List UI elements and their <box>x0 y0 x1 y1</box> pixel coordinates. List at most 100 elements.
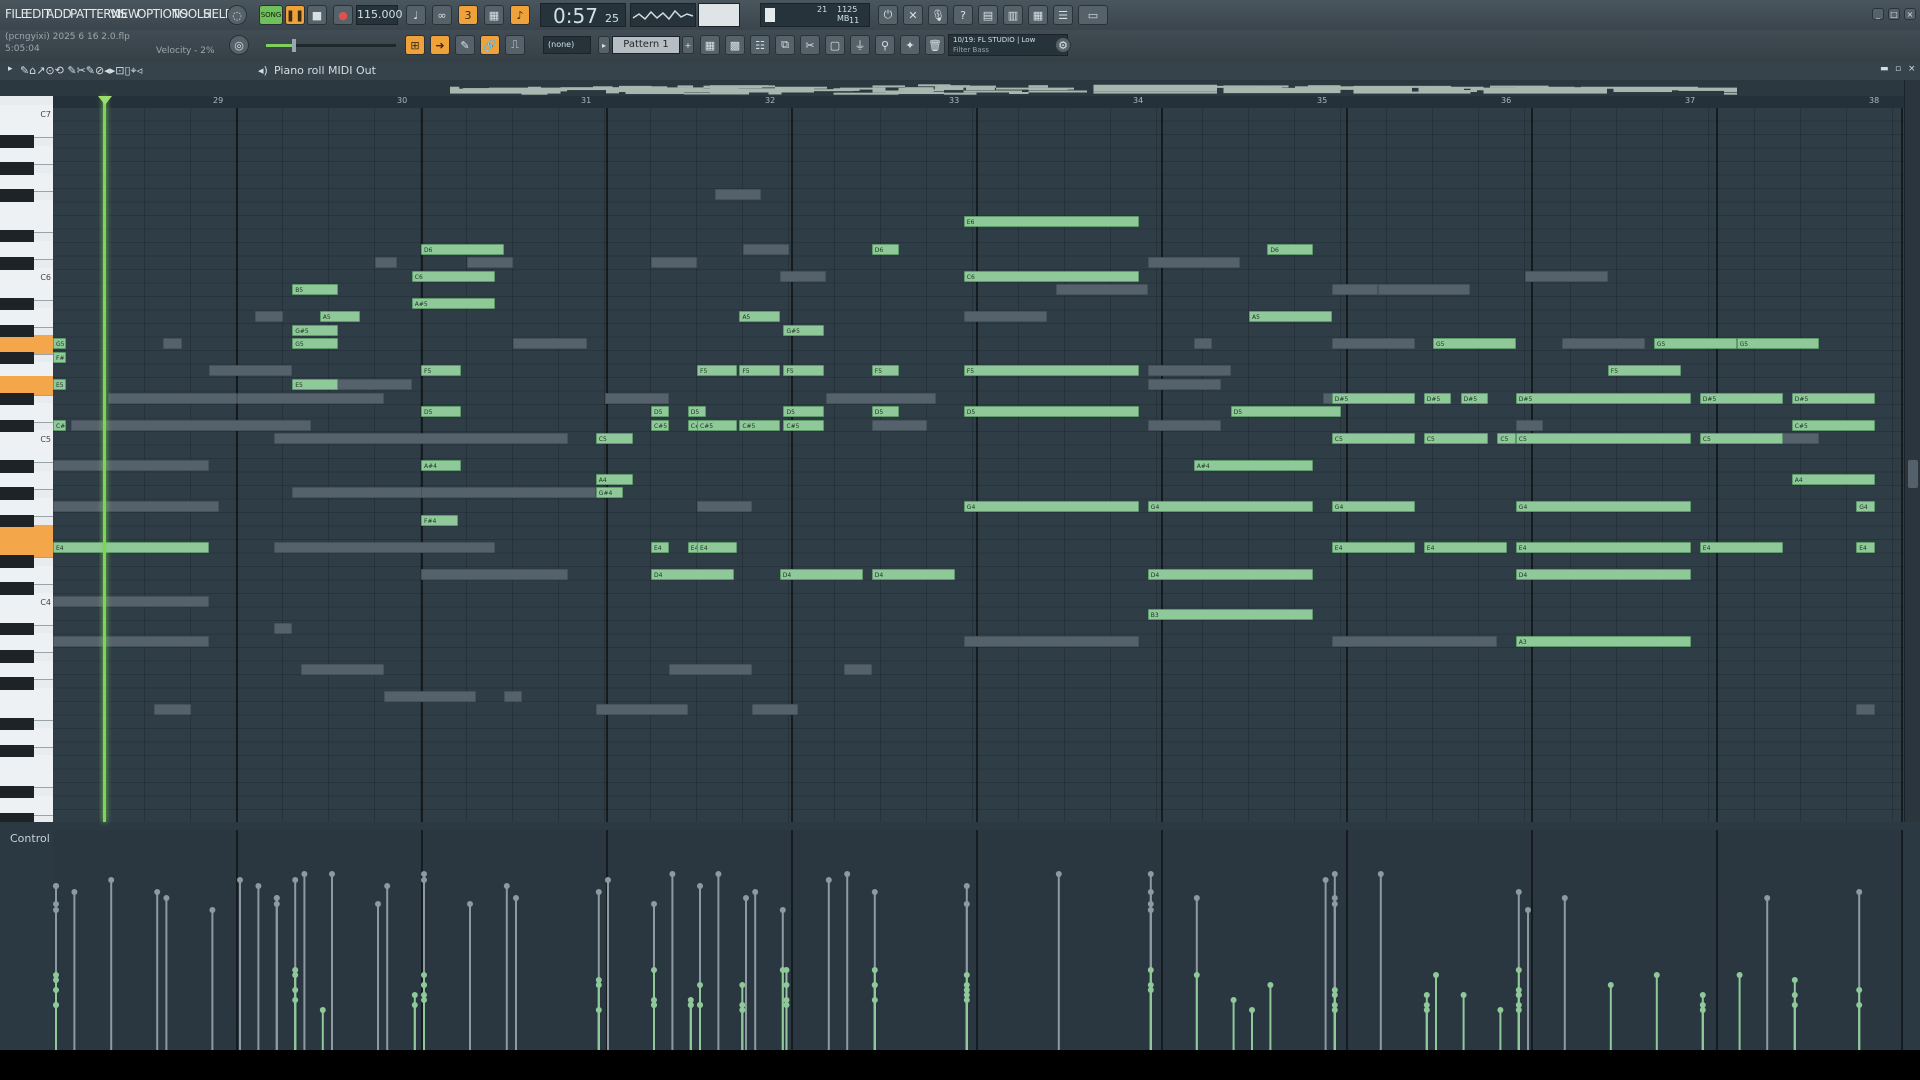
pattern-split-icon[interactable]: ⧉ <box>775 35 795 55</box>
midi-note[interactable]: C5 <box>1331 433 1415 445</box>
snap-icon[interactable]: ⊞ <box>405 35 425 55</box>
menu-add[interactable]: ADD <box>46 7 72 21</box>
link-icon[interactable]: 🔗 <box>480 35 500 55</box>
midi-note[interactable]: E4 <box>651 541 670 553</box>
velocity-lane[interactable] <box>53 830 1904 1050</box>
power-icon[interactable]: ⏻ <box>878 5 898 25</box>
piano-key-black[interactable] <box>0 324 34 338</box>
midi-note[interactable]: E4 <box>1515 541 1691 553</box>
midi-target[interactable]: MIDI Out <box>328 64 376 77</box>
tuning-icon[interactable]: ⚲ <box>875 35 895 55</box>
piano-key-black[interactable] <box>0 257 34 270</box>
step-sequencer-icon[interactable]: ▩ <box>725 35 745 55</box>
minimize-icon[interactable]: _ <box>1872 8 1884 20</box>
piano-key-black[interactable] <box>0 419 34 433</box>
piano-key-black[interactable] <box>0 392 34 406</box>
trash-icon[interactable]: 🗑 <box>925 35 945 55</box>
mixer-faders-icon[interactable]: ▦ <box>1028 5 1048 25</box>
help-icon[interactable]: ? <box>953 5 973 25</box>
piano-key-black[interactable] <box>0 487 34 500</box>
playhead[interactable] <box>103 96 106 822</box>
news-panel[interactable]: 10/19: FL STUDIO | Low Filter Bass <box>948 34 1068 56</box>
arrow-icon[interactable]: ➜ <box>430 35 450 55</box>
record-icon[interactable]: ● <box>333 5 353 25</box>
midi-note[interactable]: G4 <box>1147 500 1314 512</box>
midi-note[interactable]: C5 <box>1699 433 1783 445</box>
piano-key-black[interactable] <box>0 514 34 528</box>
midi-note[interactable]: C#5 <box>53 419 66 431</box>
midi-note[interactable]: E5 <box>292 379 339 390</box>
tempo-knob-icon[interactable]: ◌ <box>227 5 247 25</box>
piano-key-black[interactable] <box>0 460 34 473</box>
brush-icon[interactable]: ✦ <box>900 35 920 55</box>
piano-keyboard[interactable]: C7 C6 C5 C4 <box>0 96 53 822</box>
loop-record-icon[interactable]: ∞ <box>432 5 452 25</box>
midi-note[interactable]: F5 <box>871 365 900 377</box>
tempo-display[interactable]: 115.000 <box>356 5 403 25</box>
midi-note[interactable]: E4 <box>1423 541 1507 553</box>
piano-roll-icon[interactable]: ▦ <box>700 35 720 55</box>
midi-note[interactable]: E5 <box>53 379 66 390</box>
midi-note[interactable]: D#5 <box>1515 392 1691 404</box>
clipboard-icon[interactable]: ▢ <box>825 35 845 55</box>
midi-note[interactable]: A5 <box>319 311 361 323</box>
step-edit-icon[interactable]: ▦ <box>484 5 504 25</box>
piano-key-black[interactable] <box>0 677 34 690</box>
midi-note[interactable]: G#5 <box>783 324 824 336</box>
midi-note[interactable]: D5 <box>651 406 670 418</box>
midi-note[interactable]: D4 <box>1515 568 1691 580</box>
piano-key-black[interactable] <box>0 812 34 822</box>
stamp-icon[interactable]: ⎍ <box>505 35 525 55</box>
midi-note[interactable]: C5 <box>1423 433 1489 445</box>
midi-note[interactable]: E4 <box>1699 541 1783 553</box>
midi-note[interactable]: G4 <box>1331 500 1415 512</box>
master-volume-slider[interactable] <box>266 39 396 52</box>
tool-icons[interactable]: ✎⌂↗⊙⟲ ✎✂✎⊘◂▸⊡▯⌖◃ <box>20 64 142 78</box>
countdown-icon[interactable]: 3 <box>458 5 478 25</box>
midi-note[interactable]: C5 <box>595 433 633 445</box>
piano-key-black[interactable] <box>0 622 34 636</box>
midi-note[interactable]: F5 <box>421 365 462 377</box>
midi-note[interactable]: D5 <box>687 406 707 418</box>
menu-view[interactable]: VIEW <box>110 7 140 21</box>
midi-note[interactable]: D5 <box>783 406 824 418</box>
options-arrow-icon[interactable]: ▸ <box>8 64 13 74</box>
midi-note[interactable]: C5 <box>1497 433 1516 445</box>
midi-note[interactable]: G#4 <box>595 487 624 499</box>
midi-note[interactable]: A4 <box>1791 473 1875 485</box>
pencil-icon[interactable]: ✎ <box>455 35 475 55</box>
midi-note[interactable]: C#5 <box>697 419 738 431</box>
midi-note[interactable]: D#5 <box>1331 392 1415 404</box>
midi-note[interactable]: G4 <box>963 500 1139 512</box>
midi-note[interactable]: C#5 <box>651 419 670 431</box>
midi-note[interactable]: D5 <box>963 406 1139 418</box>
midi-note[interactable]: G4 <box>1856 500 1875 512</box>
midi-note[interactable]: A#5 <box>411 297 495 309</box>
midi-note[interactable]: A5 <box>739 311 780 323</box>
pr-minimize-icon[interactable]: ▬ <box>1880 64 1889 74</box>
piano-key-black[interactable] <box>0 555 34 568</box>
playlist-icon[interactable]: ▤ <box>978 5 998 25</box>
midi-note[interactable]: E4 <box>1331 541 1415 553</box>
midi-note[interactable]: G5 <box>1433 338 1516 350</box>
piano-key-black[interactable] <box>0 744 34 758</box>
stop-icon[interactable]: ■ <box>307 5 327 25</box>
master-pitch-knob-icon[interactable]: ◎ <box>229 35 249 55</box>
midi-note[interactable]: F#4 <box>421 514 458 526</box>
midi-note[interactable]: D4 <box>651 568 734 580</box>
midi-note[interactable]: C#5 <box>739 419 780 431</box>
master-volume-handle[interactable] <box>292 39 296 52</box>
midi-note[interactable]: D5 <box>1230 406 1341 418</box>
midi-note[interactable]: A#4 <box>421 460 462 472</box>
midi-note[interactable]: D#5 <box>1460 392 1489 404</box>
midi-note[interactable]: D5 <box>421 406 462 418</box>
close-icon[interactable]: × <box>1904 8 1916 20</box>
pause-icon[interactable]: ❚❚ <box>285 5 305 25</box>
mixer-icon[interactable]: ✕ <box>903 5 923 25</box>
master-volume-meter[interactable] <box>698 3 740 27</box>
midi-note[interactable]: C6 <box>963 270 1139 282</box>
midi-note[interactable]: D4 <box>779 568 863 580</box>
piano-key-black[interactable] <box>0 229 34 243</box>
playhead-marker-icon[interactable] <box>98 96 112 105</box>
plugin-icon[interactable]: ⏚ <box>850 35 870 55</box>
